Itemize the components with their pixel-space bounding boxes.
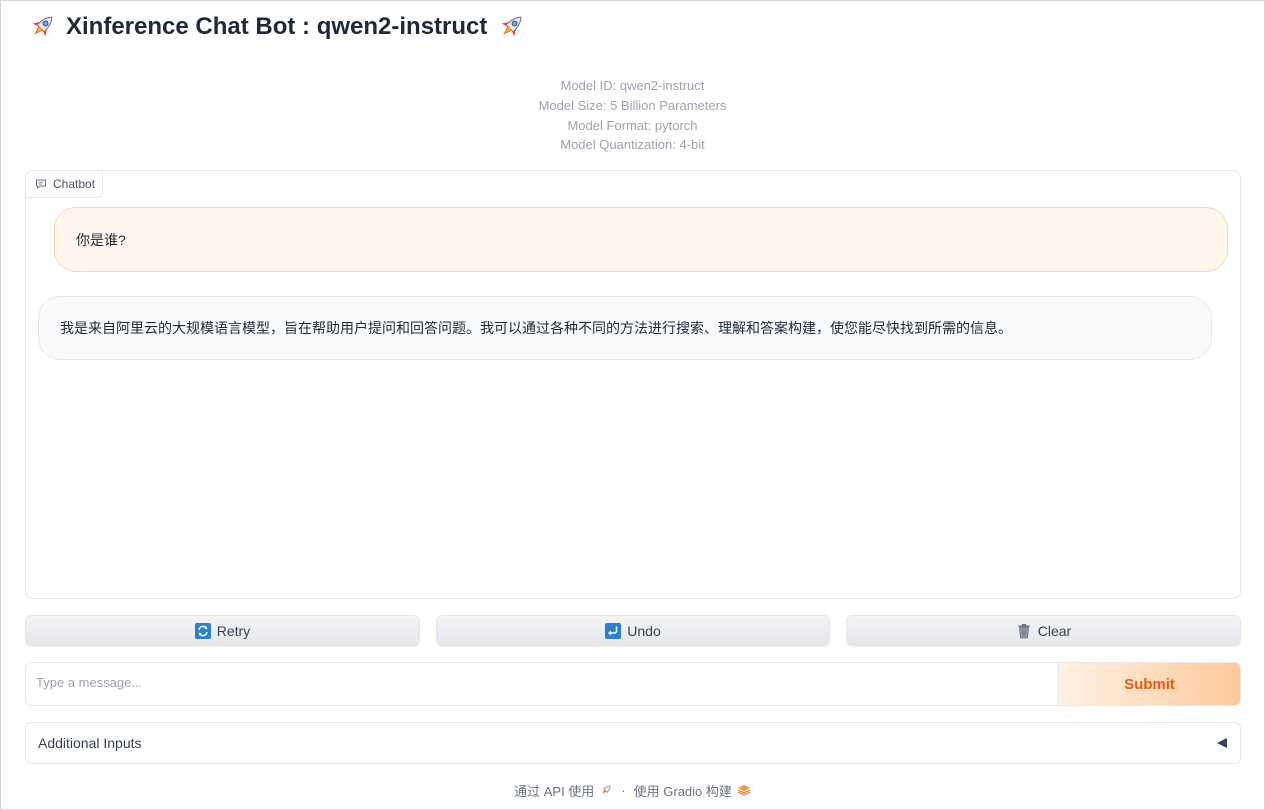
footer: 通过 API 使用 · 使用 Gradio 构建 (0, 780, 1265, 800)
message-input[interactable] (26, 663, 1058, 705)
collapse-arrow-icon (1217, 738, 1227, 748)
undo-icon (605, 622, 622, 639)
chatbot-label: Chatbot (26, 171, 103, 198)
clear-label: Clear (1037, 622, 1072, 639)
undo-label: Undo (627, 622, 661, 639)
chat-icon (36, 179, 46, 190)
submit-button[interactable]: Submit (1058, 663, 1240, 705)
chatbot-panel[interactable]: Chatbot 你是谁? 我是来自阿里云的大规模语言模型，旨在帮助用户提问和回答… (25, 170, 1241, 599)
trash-icon (1018, 623, 1030, 638)
retry-icon (194, 622, 211, 639)
gradio-logo-icon (737, 785, 751, 796)
assistant-message: 我是来自阿里云的大规模语言模型，旨在帮助用户提问和回答问题。我可以通过各种不同的… (38, 296, 1212, 360)
retry-button[interactable]: Retry (25, 615, 420, 646)
gradio-link-label: 使用 Gradio 构建 (633, 783, 732, 799)
assistant-message-text: 我是来自阿里云的大规模语言模型，旨在帮助用户提问和回答问题。我可以通过各种不同的… (60, 320, 1012, 336)
rocket-icon (602, 785, 611, 794)
retry-label: Retry (216, 622, 251, 639)
submit-label: Submit (1124, 675, 1175, 693)
title-text: Xinference Chat Bot : qwen2-instruct (66, 13, 488, 40)
model-id: Model ID: qwen2-instruct (560, 78, 705, 93)
model-info: Model ID: qwen2-instruct Model Size: 5 B… (0, 76, 1265, 155)
model-quantization: Model Quantization: 4-bit (560, 137, 705, 153)
user-message-text: 你是谁? (76, 231, 126, 248)
undo-button[interactable]: Undo (436, 615, 830, 646)
user-message: 你是谁? (54, 207, 1228, 272)
chatbot-label-text: Chatbot (53, 177, 96, 191)
api-link[interactable]: 通过 API 使用 (514, 781, 613, 800)
clear-button[interactable]: Clear (846, 615, 1241, 646)
gradio-link[interactable]: 使用 Gradio 构建 (634, 781, 751, 800)
accordion-label: Additional Inputs (38, 735, 142, 751)
message-input-row: Submit (25, 662, 1241, 706)
additional-inputs-accordion[interactable]: Additional Inputs (25, 722, 1241, 764)
api-link-label: 通过 API 使用 (514, 783, 595, 799)
rocket-icon (32, 16, 53, 37)
page-title: Xinference Chat Bot : qwen2-instruct (26, 10, 527, 44)
model-size: Model Size: 5 Billion Parameters (538, 97, 727, 113)
footer-separator: · (621, 782, 626, 798)
rocket-icon (502, 16, 522, 37)
model-format: Model Format: pytorch (567, 117, 698, 133)
